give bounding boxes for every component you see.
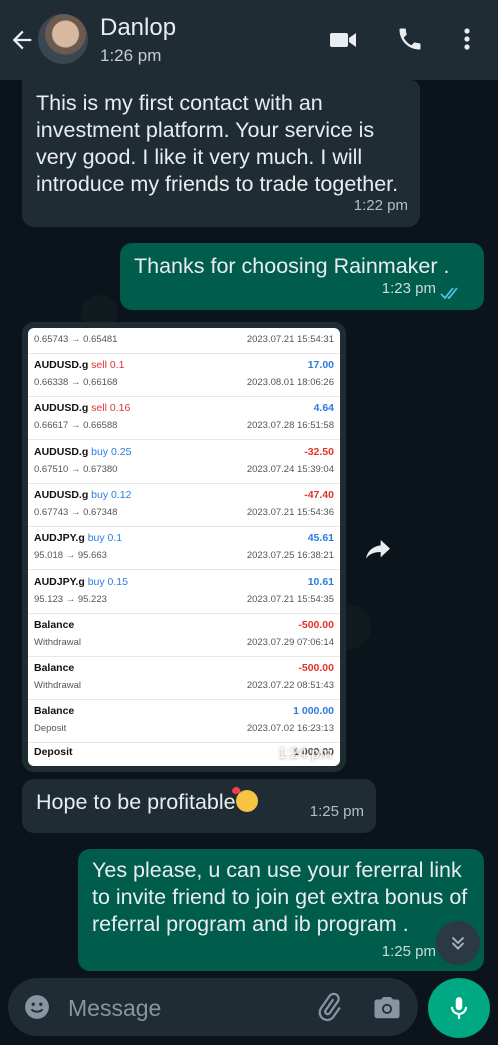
message-text: Yes please, u can use your fererral link… [92, 858, 468, 936]
trade-date: 2023.07.25 16:38:21 [246, 550, 334, 562]
trade-profit: 4.64 [313, 402, 334, 415]
read-receipt-icon [440, 287, 458, 300]
trade-prices: 0.65743 → 0.65481 [34, 334, 118, 345]
trade-profit: 17.00 [307, 359, 334, 371]
contact-name[interactable]: Danlop [100, 14, 176, 42]
trade-symbol: AUDUSD.g sell 0.1 [34, 359, 125, 371]
trade-symbol: AUDUSD.g buy 0.12 [34, 488, 132, 501]
trade-symbol: AUDUSD.g sell 0.16 [34, 402, 131, 415]
trade-row: AUDJPY.g buy 0.1 95.018 → 95.663 45.61 2023… [28, 526, 340, 571]
trade-date: 2023.07.28 16:51:58 [246, 420, 334, 432]
trade-row: Balance Withdrawal -500.00 2023.07.22 08:5… [28, 656, 340, 701]
trade-profit: -500.00 [298, 662, 334, 675]
trade-profit: 10.61 [307, 575, 334, 588]
message-time: 1:25 pm [309, 803, 364, 820]
message-text: Hope to be profitable [36, 790, 236, 814]
chat-header: Danlop 1:26 pm [0, 0, 498, 80]
trade-row: AUDUSD.g sell 0.16 0.66617 → 0.66588 4.64 2… [28, 396, 340, 441]
trade-symbol: AUDUSD.g buy 0.25 [34, 445, 132, 458]
trade-side: buy 0.25 [91, 445, 132, 458]
trade-side: sell 0.1 [91, 359, 125, 371]
trade-prices: 0.67510 → 0.67380 [34, 463, 118, 475]
trade-symbol: Balance [34, 662, 75, 675]
voice-call-icon[interactable] [396, 25, 424, 53]
voice-message-button[interactable] [428, 978, 490, 1038]
message-bubble-outgoing[interactable]: Yes please, u can use your fererral link… [78, 849, 484, 971]
trade-symbol: AUDJPY.g buy 0.15 [34, 575, 128, 588]
message-bubble-incoming[interactable]: Hope to be profitable 1:25 pm [22, 779, 376, 833]
trade-row: AUDUSD.g buy 0.25 0.67510 → 0.67380 -32.50… [28, 440, 340, 484]
avatar[interactable] [38, 14, 88, 64]
trade-prices: 0.66338 → 0.66168 [34, 377, 118, 388]
trade-prices: Withdrawal [34, 636, 81, 648]
trade-date: 2023.07.21 15:54:36 [246, 506, 334, 518]
message-time: 1:23 pm [381, 280, 436, 297]
trade-side: buy 0.12 [91, 488, 132, 501]
trade-row: 0.65743 → 0.65481 2023.07.21 15:54:31 [28, 328, 340, 354]
trade-side: sell 0.16 [91, 402, 131, 415]
trade-profit: -47.40 [304, 488, 334, 501]
message-composer [8, 978, 418, 1036]
trade-row: AUDUSD.g sell 0.1 0.66338 → 0.66168 17.00 2… [28, 353, 340, 397]
trade-history-screenshot[interactable]: 0.65743 → 0.65481 2023.07.21 15:54:31 AU… [28, 328, 340, 766]
double-chevron-down-icon [451, 936, 465, 950]
trade-symbol: Balance [34, 618, 75, 631]
camera-icon[interactable] [372, 992, 402, 1022]
trade-date: 2023.07.22 08:51:43 [246, 680, 334, 692]
trade-date: 2023.08.01 18:06:26 [246, 377, 334, 388]
trade-row: AUDUSD.g buy 0.12 0.67743 → 0.67348 -47.40… [28, 483, 340, 527]
message-time: 1:24 pm [277, 745, 332, 762]
smiling-face-with-hearts-icon [235, 790, 258, 812]
trade-symbol: Balance [34, 705, 75, 718]
forward-icon[interactable] [362, 532, 394, 564]
trade-prices: Withdrawal [34, 680, 81, 692]
trade-row: Balance Withdrawal -500.00 2023.07.29 07:0… [28, 613, 340, 657]
message-bubble-outgoing[interactable]: Thanks for choosing Rainmaker . 1:23 pm [120, 243, 484, 310]
attach-icon[interactable] [314, 992, 344, 1022]
trade-prices: 95.123 → 95.223 [34, 593, 107, 605]
trade-date: 2023.07.21 15:54:31 [246, 334, 334, 345]
trade-profit: 1 000.00 [293, 705, 334, 718]
trade-row: AUDJPY.g buy 0.15 95.123 → 95.223 10.61 202… [28, 570, 340, 614]
microphone-icon [450, 997, 468, 1019]
message-time: 1:22 pm [353, 197, 408, 214]
trade-side: buy 0.1 [87, 532, 123, 545]
video-call-icon[interactable] [328, 26, 358, 54]
trade-symbol: AUDJPY.g buy 0.1 [34, 532, 123, 545]
trade-prices: 0.67743 → 0.67348 [34, 506, 118, 518]
message-bubble-incoming[interactable]: This is my first contact with an investm… [22, 80, 420, 227]
trade-date: 2023.07.24 15:39:04 [246, 463, 334, 475]
trade-profit: -500.00 [298, 618, 334, 631]
message-time: 1:25 pm [381, 943, 436, 960]
trade-date: 2023.07.29 07:06:14 [246, 636, 334, 648]
trade-date: 2023.07.02 16:23:13 [246, 723, 334, 735]
trade-profit: 45.61 [307, 532, 334, 545]
message-input[interactable] [66, 992, 290, 1024]
trade-symbol: Deposit [34, 746, 73, 758]
scroll-to-bottom-button[interactable] [436, 921, 480, 965]
emoji-icon[interactable] [24, 994, 50, 1020]
trade-profit: -32.50 [304, 445, 334, 458]
more-options-icon[interactable] [455, 25, 479, 53]
trade-prices: 0.66617 → 0.66588 [34, 420, 118, 432]
back-arrow-icon[interactable] [8, 26, 36, 54]
trade-prices: Deposit [34, 723, 67, 735]
trade-side: buy 0.15 [87, 575, 128, 588]
last-seen-status: 1:26 pm [100, 46, 162, 65]
image-message[interactable]: 0.65743 → 0.65481 2023.07.21 15:54:31 AU… [22, 322, 346, 772]
trade-date: 2023.07.21 15:54:35 [246, 593, 334, 605]
trade-row: Balance Deposit 1 000.00 2023.07.02 16:23:… [28, 699, 340, 744]
message-text: This is my first contact with an investm… [36, 91, 399, 196]
trade-prices: 95.018 → 95.663 [34, 550, 107, 562]
